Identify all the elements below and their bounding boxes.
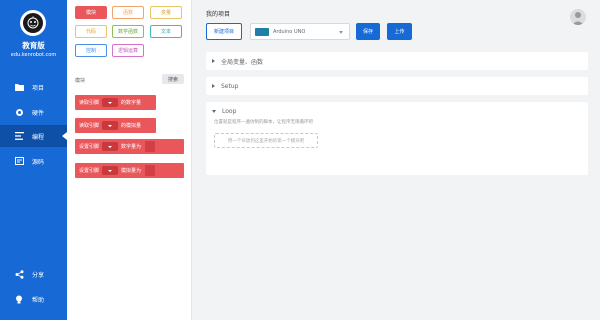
nav-label: 帮助 (32, 296, 45, 304)
caret-right-icon (212, 84, 215, 88)
save-button[interactable]: 保存 (356, 23, 380, 40)
new-project-button[interactable]: 新建项目 (206, 23, 242, 40)
block-text: 的模拟量 (121, 123, 142, 129)
section-title: Setup (221, 82, 239, 90)
workspace: 我的项目 新建项目 Arduino UNO 保存 上传 全局变量、函数 Setu… (192, 0, 600, 320)
block-write-digital[interactable]: 设置引脚 数字量为 (75, 139, 184, 154)
section-loop[interactable]: Loop 位置就是程序一遍仿制的脚本，让程序无限循环吧 用一个块放到这里开始的第… (206, 102, 588, 175)
nav-item-hardware[interactable]: 硬件 (0, 101, 67, 123)
user-icon (572, 12, 584, 25)
brand-title: 教育版 (22, 41, 45, 50)
nav-label: 源码 (32, 158, 45, 166)
pin-dropdown[interactable] (102, 142, 119, 151)
block-read-analog[interactable]: 读取引脚 的模拟量 (75, 118, 156, 133)
code-icon (14, 131, 24, 141)
section-title: Loop (222, 107, 237, 115)
section-setup[interactable]: Setup (206, 77, 588, 95)
pin-dropdown[interactable] (102, 166, 119, 175)
nav-label: 硬件 (32, 109, 45, 117)
block-text: 数字量为 (121, 144, 142, 150)
block-palette: 模块 函数 变量 代码 数学函数 文本 控制 逻辑运算 模块 搜索 读取引脚 的… (67, 0, 192, 320)
robot-logo-icon (27, 16, 39, 29)
category-module[interactable]: 模块 (75, 6, 107, 19)
caret-down-icon (212, 109, 216, 113)
nav-item-program[interactable]: 编程 (0, 125, 67, 147)
block-text: 读取引脚 (79, 100, 100, 106)
block-text: 的数字量 (121, 100, 142, 106)
nav-item-source[interactable]: 源码 (0, 150, 67, 172)
search-button[interactable]: 搜索 (162, 74, 184, 84)
block-text: 设置引脚 (79, 144, 100, 150)
caret-right-icon (212, 59, 215, 63)
section-label: 模块 (75, 78, 86, 84)
category-control[interactable]: 控制 (75, 44, 107, 57)
category-text[interactable]: 文本 (150, 25, 182, 38)
category-code[interactable]: 代码 (75, 25, 107, 38)
my-project-label: 我的项目 (206, 11, 231, 18)
nav-item-project[interactable]: 项目 (0, 76, 67, 98)
help-button[interactable]: 帮助 (0, 288, 67, 310)
board-icon (255, 27, 269, 36)
pin-dropdown[interactable] (102, 98, 119, 107)
section-globals[interactable]: 全局变量、函数 (206, 52, 588, 70)
category-variable[interactable]: 变量 (150, 6, 182, 19)
category-math[interactable]: 数学函数 (112, 25, 144, 38)
share-button[interactable]: 分享 (0, 263, 67, 285)
block-drop-zone[interactable]: 用一个块放到这里开始的第一个模块吧 (214, 133, 318, 148)
block-text: 模拟量为 (121, 168, 142, 174)
board-select[interactable]: Arduino UNO (250, 23, 350, 40)
block-text: 设置引脚 (79, 168, 100, 174)
nav-label: 项目 (32, 84, 45, 92)
source-icon (14, 156, 24, 166)
value-slot[interactable] (145, 141, 156, 152)
chevron-down-icon (339, 31, 343, 34)
board-value: Arduino UNO (273, 28, 306, 35)
logo (20, 10, 46, 36)
nav-label: 分享 (32, 271, 45, 279)
block-write-analog[interactable]: 设置引脚 模拟量为 (75, 163, 184, 178)
avatar[interactable] (570, 9, 586, 25)
category-function[interactable]: 函数 (112, 6, 144, 19)
bulb-icon (14, 294, 24, 304)
loop-description: 位置就是程序一遍仿制的脚本，让程序无限循环吧 (214, 120, 313, 125)
sidebar: 教育版 edu.kenrobot.com 项目 硬件 编程 源码 分享 帮助 (0, 0, 67, 320)
category-logic[interactable]: 逻辑运算 (112, 44, 144, 57)
block-text: 读取引脚 (79, 123, 100, 129)
upload-button[interactable]: 上传 (387, 23, 412, 40)
nav-label: 编程 (32, 133, 45, 141)
section-title: 全局变量、函数 (221, 58, 264, 66)
share-icon (14, 269, 24, 279)
chip-icon (14, 107, 24, 117)
folder-icon (14, 82, 24, 92)
value-slot[interactable] (145, 165, 156, 176)
brand-url: edu.kenrobot.com (10, 52, 57, 58)
block-read-digital[interactable]: 读取引脚 的数字量 (75, 95, 156, 110)
pin-dropdown[interactable] (102, 121, 119, 130)
